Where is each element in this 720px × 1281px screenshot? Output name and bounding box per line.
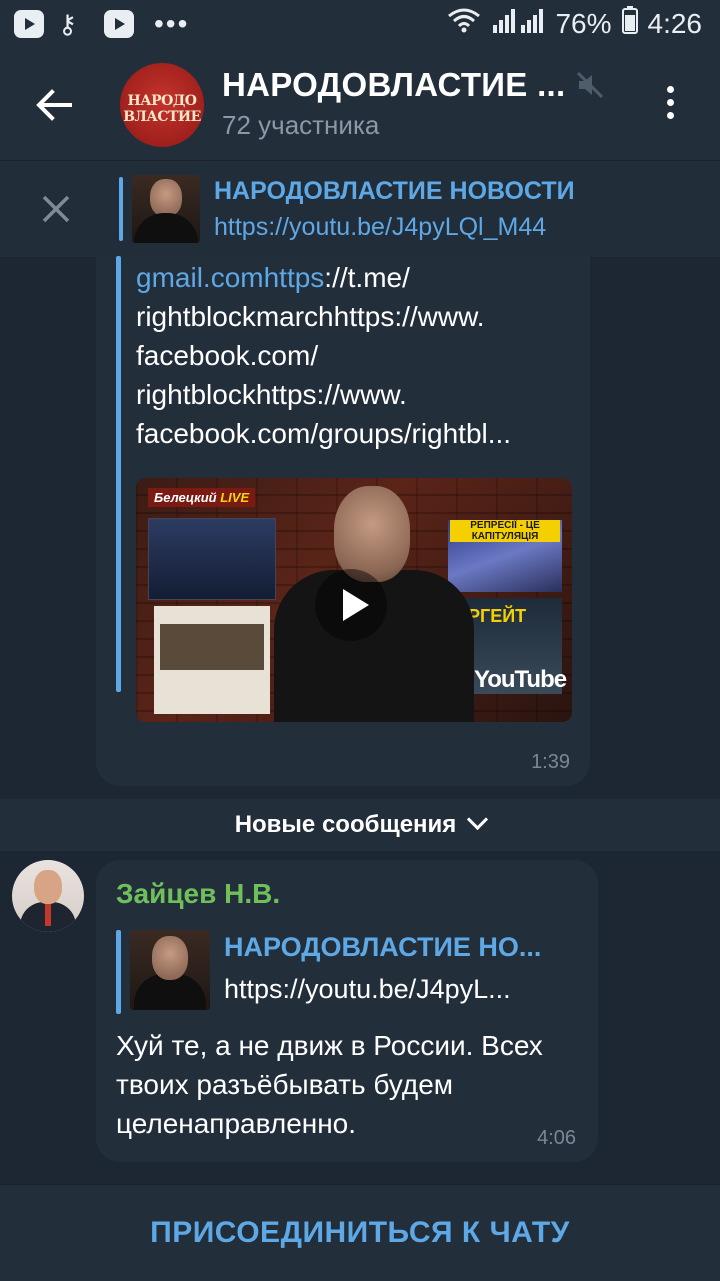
close-icon [42,195,70,223]
clock: 4:26 [647,7,703,39]
video-inset-panel [154,606,270,714]
pinned-message-bar[interactable]: НАРОДОВЛАСТИЕ НОВОСТИ https://youtu.be/J… [0,160,720,257]
new-messages-divider: Новые сообщения [0,799,720,851]
status-bar: ⚷ ••• 76% 4:26 [0,0,720,50]
video-preview[interactable]: Белецкий LIVE РЕПРЕСІЇ - ЦЕ КАПІТУЛЯЦІЯ … [136,478,572,722]
more-notifications-icon: ••• [154,8,190,39]
message-line: rightblockmarchhttps://www. [136,301,485,332]
thumbnail-head [150,179,182,217]
pinned-accent-bar [119,177,123,241]
signal-icon [491,7,545,40]
video-logo-text: Белецкий [154,490,217,505]
message-bubble[interactable]: Зайцев Н.В. НАРОДОВЛАСТИЕ НО... https://… [96,860,598,1162]
video-inset-panel [148,518,276,600]
back-button[interactable] [30,80,80,130]
video-logo-live: LIVE [220,490,250,505]
reply-url[interactable]: https://youtu.be/J4pyL... [224,974,564,1005]
video-logo: Белецкий LIVE [148,488,256,507]
message-line: rightblockhttps://www. [136,379,407,410]
message-line: gmail.comhttps://t.me/ [136,258,576,297]
close-pinned-button[interactable] [38,191,74,227]
message-list[interactable]: gmail.comhttps://t.me/ rightblockmarchht… [0,256,720,1184]
message-line-part: ://t.me/ [324,262,410,293]
pinned-title: НАРОДОВЛАСТИЕ НОВОСТИ [214,177,575,205]
dot-icon [666,86,674,93]
avatar-face [34,870,62,904]
youtube-logo: YouTube [474,666,567,693]
reply-thumbnail [130,930,210,1010]
video-inset-caption: РЕПРЕСІЇ - ЦЕ КАПІТУЛЯЦІЯ [450,520,560,542]
dot-icon [666,99,674,106]
reply-accent-bar [116,930,121,1014]
chat-header: НАРОДО ВЛАСТИЕ НАРОДОВЛАСТИЕ ... 72 учас… [0,50,720,160]
presenter-head [334,486,410,582]
join-chat-button[interactable]: ПРИСОЕДИНИТЬСЯ К ЧАТУ [0,1185,720,1281]
youtube-notification-icon-2 [104,10,134,38]
message-time: 4:06 [537,1127,576,1149]
email-link[interactable]: gmail.comhttps [136,262,324,293]
message-text: Хуй те, а не движ в России. Всех твоих р… [116,1030,543,1139]
play-icon[interactable] [315,569,387,641]
video-inset-panel: РЕПРЕСІЇ - ЦЕ КАПІТУЛЯЦІЯ [448,520,562,592]
sender-avatar[interactable] [12,860,84,932]
group-avatar[interactable]: НАРОДО ВЛАСТИЕ [120,63,204,147]
arrow-left-icon [36,89,72,121]
message-time: 1:39 [531,751,570,773]
pinned-thumbnail [132,175,200,243]
chat-title[interactable]: НАРОДОВЛАСТИЕ ... [222,66,566,104]
avatar-text-line2: ВЛАСТИЕ [123,109,201,125]
chevron-down-icon [467,808,489,831]
thumbnail-body [134,213,198,243]
notification-icons: ⚷ ••• [14,10,189,38]
video-inset-screen [160,624,264,670]
link-preview-bar [116,256,121,692]
member-count: 72 участника [222,110,380,140]
key-icon: ⚷ [58,9,78,39]
battery-percent: 76% [555,7,612,39]
message-line: facebook.com/ [136,340,319,371]
more-options-button[interactable] [658,86,682,126]
message-line: facebook.com/groups/rightbl... [136,418,512,449]
new-messages-label: Новые сообщения [234,811,457,838]
muted-icon [575,70,605,100]
message-text: gmail.comhttps://t.me/ rightblockmarchht… [136,258,576,453]
wifi-icon [447,7,481,40]
sender-name[interactable]: Зайцев Н.В. [116,878,280,910]
system-indicators: 76% 4:26 [447,6,702,41]
dot-icon [666,112,674,119]
message-bubble[interactable]: gmail.comhttps://t.me/ rightblockmarchht… [96,256,590,786]
avatar-text-line1: НАРОДО [127,93,198,109]
battery-icon [621,6,638,41]
avatar-tie [45,904,51,926]
join-bar: ПРИСОЕДИНИТЬСЯ К ЧАТУ [0,1184,720,1281]
youtube-notification-icon [14,10,44,38]
pinned-text: https://youtu.be/J4pyLQl_M44 [214,213,547,241]
reply-title[interactable]: НАРОДОВЛАСТИЕ НО... [224,932,564,963]
thumbnail-head [152,936,188,980]
